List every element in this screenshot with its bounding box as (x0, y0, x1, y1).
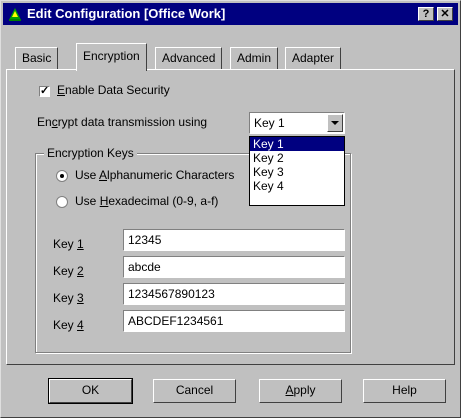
encryption-panel (6, 69, 455, 365)
close-title-button[interactable]: ✕ (437, 7, 453, 21)
dropdown-option-key3[interactable]: Key 3 (250, 165, 344, 179)
key-dropdown-list: Key 1 Key 2 Key 3 Key 4 (249, 136, 345, 206)
help-button[interactable]: Help (363, 379, 446, 403)
window-title: Edit Configuration [Office Work] (27, 6, 226, 21)
apply-button[interactable]: Apply (259, 379, 342, 403)
title-bar[interactable]: Edit Configuration [Office Work] ? ✕ (3, 3, 458, 25)
tab-adapter[interactable]: Adapter (285, 47, 342, 69)
dropdown-option-key1[interactable]: Key 1 (250, 137, 344, 151)
cancel-button[interactable]: Cancel (153, 379, 236, 403)
help-title-button[interactable]: ? (418, 7, 434, 21)
edit-configuration-dialog: Edit Configuration [Office Work] ? ✕ Bas… (0, 0, 461, 418)
tab-admin[interactable]: Admin (230, 47, 279, 69)
ok-button[interactable]: OK (48, 378, 133, 404)
dropdown-option-key4[interactable]: Key 4 (250, 179, 344, 193)
tab-encryption[interactable]: Encryption (76, 43, 147, 71)
network-config-icon (9, 8, 21, 21)
tab-advanced[interactable]: Advanced (155, 47, 223, 69)
dropdown-option-key2[interactable]: Key 2 (250, 151, 344, 165)
tab-basic[interactable]: Basic (15, 47, 59, 69)
